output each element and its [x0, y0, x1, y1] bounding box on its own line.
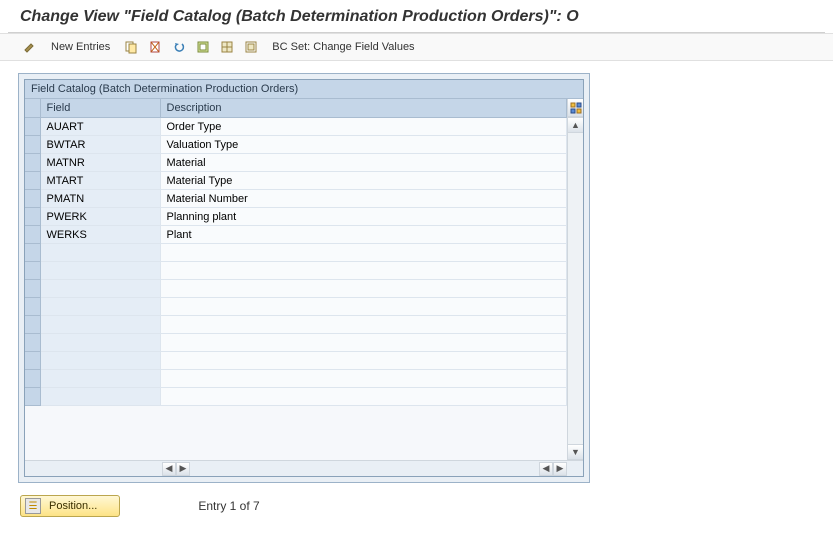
cell-description[interactable]	[160, 334, 567, 352]
new-entries-button[interactable]: New Entries	[44, 37, 117, 57]
cell-description[interactable]: Material Number	[160, 190, 567, 208]
cell-field[interactable]	[40, 370, 160, 388]
vertical-scrollbar[interactable]: ▲ ▼	[567, 99, 583, 460]
cell-description[interactable]	[160, 262, 567, 280]
table-row-empty	[25, 388, 567, 406]
cell-field[interactable]: WERKS	[40, 226, 160, 244]
cell-description[interactable]: Planning plant	[160, 208, 567, 226]
row-selector[interactable]	[25, 172, 40, 190]
table-row: WERKSPlant	[25, 226, 567, 244]
table-row: AUARTOrder Type	[25, 118, 567, 136]
cell-field[interactable]: BWTAR	[40, 136, 160, 154]
cell-description[interactable]	[160, 316, 567, 334]
row-selector[interactable]	[25, 190, 40, 208]
row-selector[interactable]	[25, 136, 40, 154]
column-header-description[interactable]: Description	[160, 99, 567, 118]
cell-description[interactable]: Material Type	[160, 172, 567, 190]
table-header-row: Field Description	[25, 99, 567, 118]
cell-description[interactable]: Valuation Type	[160, 136, 567, 154]
entry-counter: Entry 1 of 7	[198, 499, 259, 513]
footer: ☰ Position... Entry 1 of 7	[0, 483, 833, 529]
row-selector[interactable]	[25, 118, 40, 136]
cell-field[interactable]	[40, 316, 160, 334]
scroll-left-end-icon[interactable]: ◀	[539, 462, 553, 476]
cell-description[interactable]	[160, 352, 567, 370]
cell-description[interactable]: Material	[160, 154, 567, 172]
content-frame: Field Catalog (Batch Determination Produ…	[18, 73, 590, 483]
table-row-empty	[25, 280, 567, 298]
cell-field[interactable]	[40, 334, 160, 352]
cell-field[interactable]: MTART	[40, 172, 160, 190]
row-selector[interactable]	[25, 352, 40, 370]
table-caption: Field Catalog (Batch Determination Produ…	[25, 80, 583, 99]
row-selector[interactable]	[25, 334, 40, 352]
cell-description[interactable]	[160, 388, 567, 406]
table-row-empty	[25, 370, 567, 388]
select-all-icon[interactable]	[193, 37, 213, 57]
bc-set-button[interactable]: BC Set: Change Field Values	[265, 37, 421, 57]
row-selector[interactable]	[25, 226, 40, 244]
cell-field[interactable]	[40, 280, 160, 298]
table-row: MATNRMaterial	[25, 154, 567, 172]
table: Field Description AUARTOrder TypeBWTARVa…	[25, 99, 567, 406]
scroll-up-icon[interactable]: ▲	[568, 117, 583, 133]
row-selector[interactable]	[25, 280, 40, 298]
table-row-empty	[25, 262, 567, 280]
row-selector[interactable]	[25, 244, 40, 262]
scroll-down-icon[interactable]: ▼	[568, 444, 583, 460]
row-selector[interactable]	[25, 154, 40, 172]
delete-icon[interactable]	[145, 37, 165, 57]
toolbar: New Entries BC Set: Change Field Values	[0, 33, 833, 61]
scroll-right-icon[interactable]: ▶	[176, 462, 190, 476]
row-selector[interactable]	[25, 388, 40, 406]
scroll-left-icon[interactable]: ◀	[162, 462, 176, 476]
table-row-empty	[25, 298, 567, 316]
scroll-track[interactable]	[568, 133, 583, 444]
row-selector-header[interactable]	[25, 99, 40, 118]
cell-field[interactable]: PWERK	[40, 208, 160, 226]
cell-field[interactable]: AUART	[40, 118, 160, 136]
table-row-empty	[25, 316, 567, 334]
scroll-right-end-icon[interactable]: ▶	[553, 462, 567, 476]
position-icon: ☰	[25, 498, 41, 514]
cell-field[interactable]	[40, 244, 160, 262]
cell-description[interactable]: Plant	[160, 226, 567, 244]
horizontal-scrollbar[interactable]: ◀ ▶ ◀ ▶	[25, 460, 583, 476]
cell-description[interactable]	[160, 298, 567, 316]
row-selector[interactable]	[25, 370, 40, 388]
column-header-field[interactable]: Field	[40, 99, 160, 118]
cell-field[interactable]: MATNR	[40, 154, 160, 172]
table-row: PMATNMaterial Number	[25, 190, 567, 208]
cell-field[interactable]	[40, 262, 160, 280]
cell-description[interactable]	[160, 280, 567, 298]
cell-description[interactable]	[160, 370, 567, 388]
row-selector[interactable]	[25, 316, 40, 334]
cell-field[interactable]	[40, 298, 160, 316]
table-row: PWERKPlanning plant	[25, 208, 567, 226]
row-selector[interactable]	[25, 262, 40, 280]
row-selector[interactable]	[25, 208, 40, 226]
data-grid: Field Description AUARTOrder TypeBWTARVa…	[25, 99, 567, 460]
table-settings-icon[interactable]	[568, 99, 583, 117]
toggle-edit-icon[interactable]	[20, 37, 40, 57]
cell-description[interactable]	[160, 244, 567, 262]
position-button[interactable]: ☰ Position...	[20, 495, 120, 517]
cell-field[interactable]	[40, 352, 160, 370]
table-row: BWTARValuation Type	[25, 136, 567, 154]
copy-icon[interactable]	[121, 37, 141, 57]
table-row-empty	[25, 334, 567, 352]
page-title: Change View "Field Catalog (Batch Determ…	[0, 0, 833, 32]
select-block-icon[interactable]	[217, 37, 237, 57]
row-selector[interactable]	[25, 298, 40, 316]
table-container: Field Catalog (Batch Determination Produ…	[24, 79, 584, 477]
deselect-all-icon[interactable]	[241, 37, 261, 57]
table-row: MTARTMaterial Type	[25, 172, 567, 190]
cell-field[interactable]	[40, 388, 160, 406]
table-row-empty	[25, 244, 567, 262]
undo-icon[interactable]	[169, 37, 189, 57]
cell-field[interactable]: PMATN	[40, 190, 160, 208]
position-label: Position...	[49, 500, 97, 512]
cell-description[interactable]: Order Type	[160, 118, 567, 136]
table-row-empty	[25, 352, 567, 370]
